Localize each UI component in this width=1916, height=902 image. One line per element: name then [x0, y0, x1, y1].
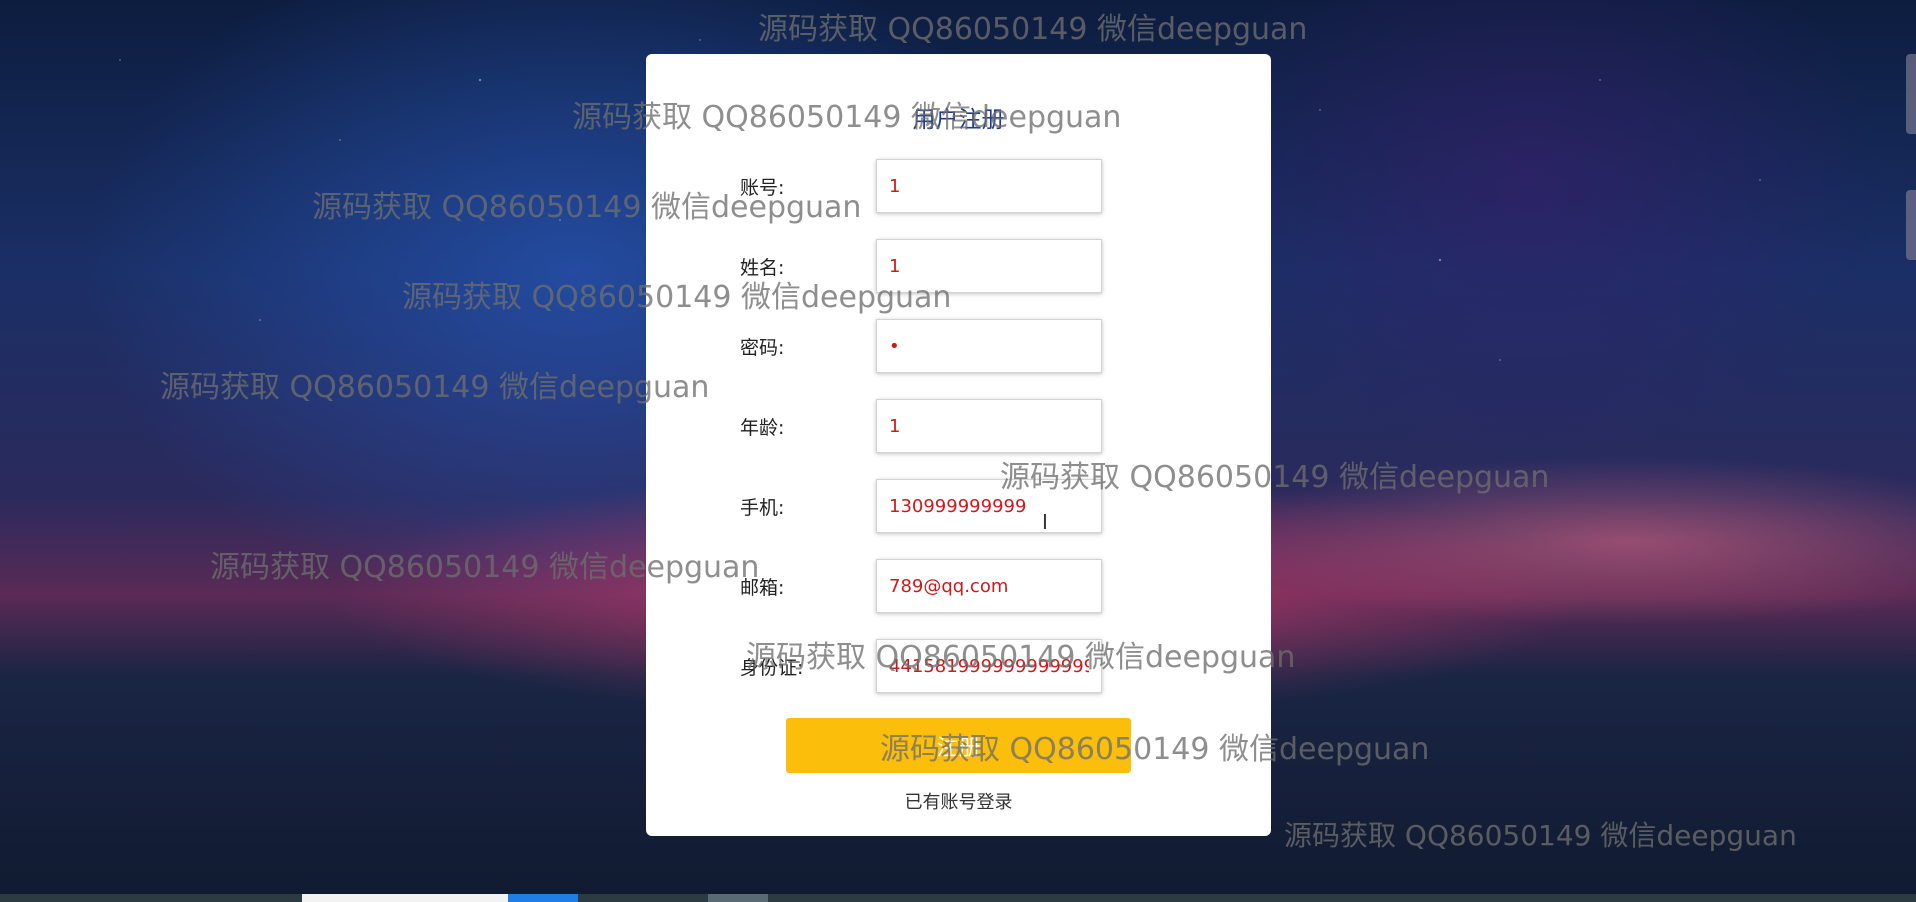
- form-row-name: 姓名:: [740, 238, 1102, 294]
- account-label: 账号:: [740, 176, 785, 199]
- taskbar-item[interactable]: [302, 894, 508, 902]
- phone-input[interactable]: [876, 479, 1102, 533]
- name-label: 姓名:: [740, 256, 785, 279]
- side-volume-indicator[interactable]: [1906, 190, 1916, 260]
- account-input[interactable]: [876, 159, 1102, 213]
- age-input[interactable]: [876, 399, 1102, 453]
- email-input[interactable]: [876, 559, 1102, 613]
- register-button[interactable]: 注册: [786, 718, 1131, 773]
- phone-label: 手机:: [740, 496, 785, 519]
- taskbar-item[interactable]: [508, 894, 578, 902]
- form-row-email: 邮箱:: [740, 558, 1102, 614]
- form-row-account: 账号:: [740, 158, 1102, 214]
- register-card: 用户注册 账号: 姓名: 密码: 年龄: 手机: 邮箱: 身份证: 注册 已有账…: [646, 54, 1271, 836]
- name-input[interactable]: [876, 239, 1102, 293]
- page-title: 用户注册: [912, 107, 1005, 133]
- taskbar-item[interactable]: [708, 894, 768, 902]
- password-input[interactable]: [876, 319, 1102, 373]
- form-row-idcard: 身份证:: [740, 638, 1102, 694]
- idcard-input[interactable]: [876, 639, 1102, 693]
- idcard-label: 身份证:: [740, 656, 804, 679]
- side-scroll-indicator[interactable]: [1906, 54, 1916, 134]
- text-cursor-icon: I: [1042, 510, 1048, 534]
- form-row-age: 年龄:: [740, 398, 1102, 454]
- email-label: 邮箱:: [740, 576, 785, 599]
- taskbar: [0, 894, 1916, 902]
- login-link[interactable]: 已有账号登录: [646, 788, 1271, 814]
- password-label: 密码:: [740, 336, 785, 359]
- form-row-password: 密码:: [740, 318, 1102, 374]
- age-label: 年龄:: [740, 416, 785, 439]
